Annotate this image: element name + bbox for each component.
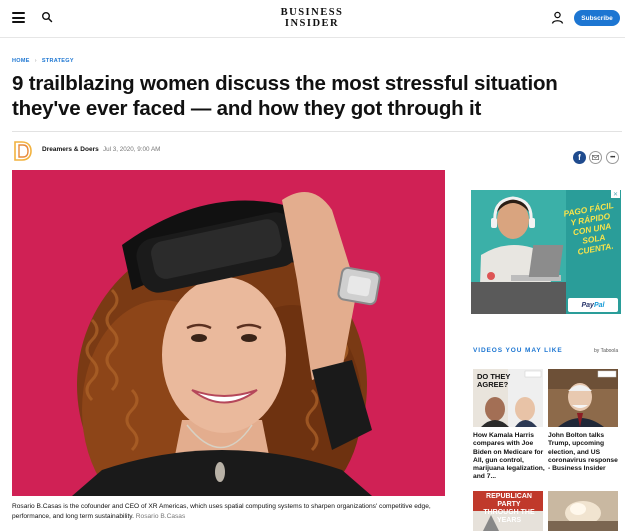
videos-section-heading: VIDEOS YOU MAY LIKE [473,347,563,354]
ad-close-icon[interactable]: ✕ [611,190,620,198]
hamburger-menu-icon[interactable] [12,12,25,23]
video-card[interactable] [548,491,618,531]
business-insider-logo[interactable]: BUSINESS INSIDER [262,7,362,29]
user-account-icon[interactable] [551,11,564,24]
video-card[interactable]: John Bolton talks Trump, upcoming electi… [548,369,620,473]
ad-headline: PAGO FÁCIL Y RÁPIDO CON UNA SOLA CUENTA. [562,199,615,257]
caption-credit: Rosario B.Casas [135,512,186,520]
subscribe-button[interactable]: Subscribe [574,10,620,26]
video-title[interactable]: How Kamala Harris compares with Joe Bide… [473,432,545,482]
video-thumbnail: DO THEY AGREE? [473,369,543,427]
headline-divider [12,131,622,132]
search-icon[interactable] [41,11,53,23]
video-thumbnail [548,369,618,427]
email-share-button[interactable] [589,151,602,164]
video-thumbnail-image [548,491,618,531]
breadcrumb: HOME › STRATEGY [12,58,74,64]
breadcrumb-strategy-link[interactable]: STRATEGY [42,58,74,64]
hero-image-caption: Rosario B.Casas is the cofounder and CEO… [12,502,452,521]
video-thumbnail-text: REPUBLICAN PARTY THROUGH THE YEARS [483,493,535,524]
paypal-logo: Pay Pal [568,298,618,312]
video-thumbnail: REPUBLICAN PARTY THROUGH THE YEARS [473,491,543,531]
dreamers-and-doers-logo[interactable] [13,140,33,162]
more-icon: ••• [610,154,615,161]
video-thumbnail-text: DO THEY AGREE? [477,372,511,389]
byline-author[interactable]: Dreamers & Doers [42,146,99,153]
facebook-icon: f [578,153,581,162]
video-card[interactable]: DO THEY AGREE? How Kamala Harris compare… [473,369,545,482]
caption-text: Rosario B.Casas is the cofounder and CEO… [12,503,431,520]
top-navigation-bar: BUSINESS INSIDER Subscribe [0,0,625,38]
video-thumbnail-image [548,369,618,427]
article-headline: 9 trailblazing women discuss the most st… [12,72,558,120]
video-card[interactable]: REPUBLICAN PARTY THROUGH THE YEARS [473,491,543,531]
more-share-options-button[interactable]: ••• [606,151,619,164]
byline-date: Jul 3, 2020, 9:00 AM [103,146,161,153]
facebook-share-button[interactable]: f [573,151,586,164]
woman-wearing-vr-headset-photo [12,170,445,496]
video-thumbnail [548,491,618,531]
taboola-attribution[interactable]: by Taboola [594,348,618,354]
paypal-logo-part-1: Pay [581,301,594,309]
video-title[interactable]: John Bolton talks Trump, upcoming electi… [548,432,620,473]
breadcrumb-separator-icon: › [34,58,37,64]
email-icon [592,155,599,160]
paypal-advertisement[interactable]: ✕ PAGO FÁCIL Y RÁPIDO CON UNA SOLA CUENT… [471,190,621,314]
breadcrumb-home-link[interactable]: HOME [12,58,30,64]
logo-line-1: BUSINESS [280,7,344,18]
logo-line-2: INSIDER [284,18,340,29]
hero-image [12,170,445,496]
paypal-logo-part-2: Pal [593,301,605,309]
